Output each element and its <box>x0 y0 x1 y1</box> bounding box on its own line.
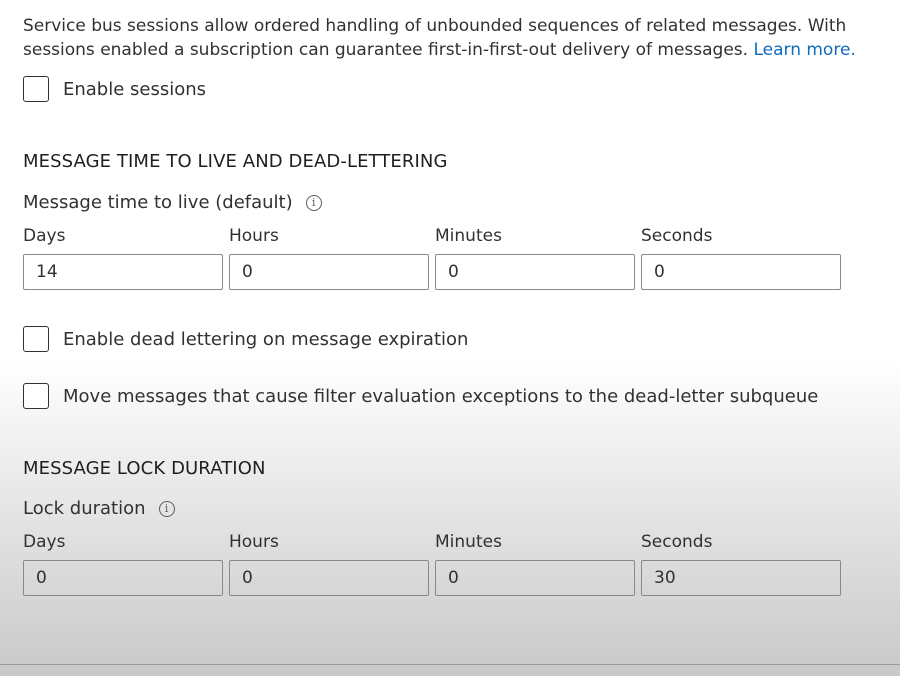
lock-hours-input[interactable]: 0 <box>229 560 429 596</box>
enable-sessions-row[interactable]: Enable sessions <box>23 75 206 103</box>
ttl-hours-label: Hours <box>229 226 279 246</box>
ttl-section-title: MESSAGE TIME TO LIVE AND DEAD-LETTERING <box>23 151 448 172</box>
lock-hours-label: Hours <box>229 532 279 552</box>
ttl-minutes-input[interactable]: 0 <box>435 254 635 290</box>
filter-exceptions-row[interactable]: Move messages that cause filter evaluati… <box>23 382 818 410</box>
lock-minutes-input[interactable]: 0 <box>435 560 635 596</box>
enable-sessions-checkbox[interactable] <box>23 76 49 102</box>
sessions-description: Service bus sessions allow ordered handl… <box>23 14 873 62</box>
info-icon[interactable]: i <box>158 500 175 517</box>
ttl-days-input[interactable]: 14 <box>23 254 223 290</box>
lock-seconds-label: Seconds <box>641 532 713 552</box>
sessions-description-text: Service bus sessions allow ordered handl… <box>23 16 847 60</box>
lock-days-input[interactable]: 0 <box>23 560 223 596</box>
lock-seconds-input[interactable]: 30 <box>641 560 841 596</box>
lock-field-label: Lock duration i <box>23 498 175 519</box>
lock-days-label: Days <box>23 532 66 552</box>
lock-field-label-text: Lock duration <box>23 498 146 519</box>
lock-minutes-label: Minutes <box>435 532 502 552</box>
ttl-minutes-label: Minutes <box>435 226 502 246</box>
ttl-seconds-label: Seconds <box>641 226 713 246</box>
ttl-field-label-text: Message time to live (default) <box>23 192 293 213</box>
filter-exceptions-label: Move messages that cause filter evaluati… <box>63 385 819 407</box>
ttl-hours-input[interactable]: 0 <box>229 254 429 290</box>
enable-sessions-label: Enable sessions <box>63 78 207 100</box>
info-icon[interactable]: i <box>305 194 322 211</box>
ttl-seconds-input[interactable]: 0 <box>641 254 841 290</box>
dead-letter-expiration-row[interactable]: Enable dead lettering on message expirat… <box>23 325 468 353</box>
ttl-field-label: Message time to live (default) i <box>23 192 322 213</box>
ttl-days-label: Days <box>23 226 66 246</box>
filter-exceptions-checkbox[interactable] <box>23 383 49 409</box>
learn-more-link[interactable]: Learn more. <box>753 40 855 60</box>
bottom-divider <box>0 664 900 665</box>
dead-letter-expiration-checkbox[interactable] <box>23 326 49 352</box>
lock-section-title: MESSAGE LOCK DURATION <box>23 458 266 479</box>
dead-letter-expiration-label: Enable dead lettering on message expirat… <box>63 328 469 350</box>
